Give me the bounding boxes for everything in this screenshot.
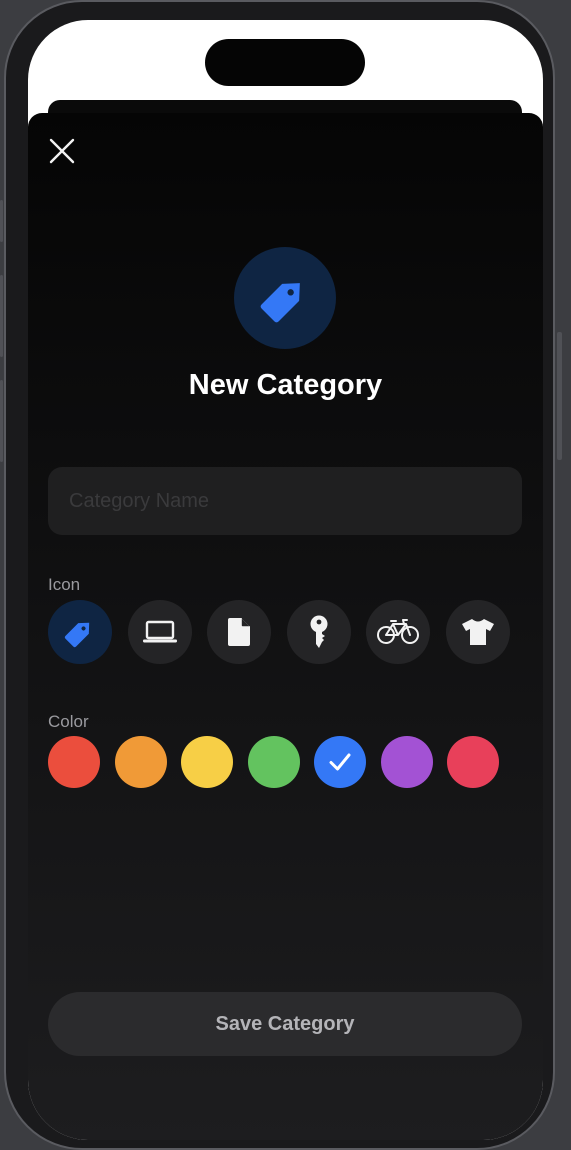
phone-screen: New Category Icon [28, 20, 543, 1140]
color-option-purple[interactable] [380, 736, 433, 788]
close-button[interactable] [44, 133, 80, 169]
icon-option-key[interactable] [286, 600, 351, 664]
document-icon [228, 618, 250, 646]
bicycle-icon [377, 619, 419, 644]
checkmark-icon [329, 753, 351, 771]
color-picker [48, 736, 522, 788]
category-icon-preview [234, 247, 336, 349]
icon-picker [48, 600, 522, 664]
color-option-green[interactable] [247, 736, 300, 788]
color-option-red[interactable] [48, 736, 100, 788]
color-option-blue[interactable] [314, 736, 366, 788]
save-category-button[interactable]: Save Category [48, 992, 522, 1056]
tag-icon [260, 283, 300, 323]
icon-option-document[interactable] [207, 600, 271, 664]
tshirt-icon [461, 619, 494, 645]
icon-option-laptop[interactable] [127, 600, 192, 664]
volume-up-button [0, 275, 3, 357]
dynamic-island [205, 39, 365, 86]
color-option-yellow[interactable] [181, 736, 233, 788]
color-option-orange[interactable] [114, 736, 167, 788]
tag-icon [64, 622, 90, 648]
color-section-label: Color [48, 712, 89, 731]
key-icon [310, 615, 327, 648]
phone-frame: New Category Icon [4, 0, 555, 1150]
icon-option-tag[interactable] [48, 600, 112, 664]
color-option-pink[interactable] [447, 736, 499, 788]
icon-section-label: Icon [48, 575, 81, 594]
action-button [0, 200, 3, 242]
volume-down-button [0, 380, 3, 462]
icon-option-bicycle[interactable] [366, 600, 430, 664]
new-category-sheet: New Category Icon [28, 113, 543, 1140]
page-title: New Category [188, 369, 383, 401]
close-icon [49, 138, 75, 164]
category-name-input[interactable] [48, 467, 522, 535]
laptop-icon [142, 620, 177, 643]
power-button [557, 332, 562, 460]
icon-option-tshirt[interactable] [445, 600, 510, 664]
